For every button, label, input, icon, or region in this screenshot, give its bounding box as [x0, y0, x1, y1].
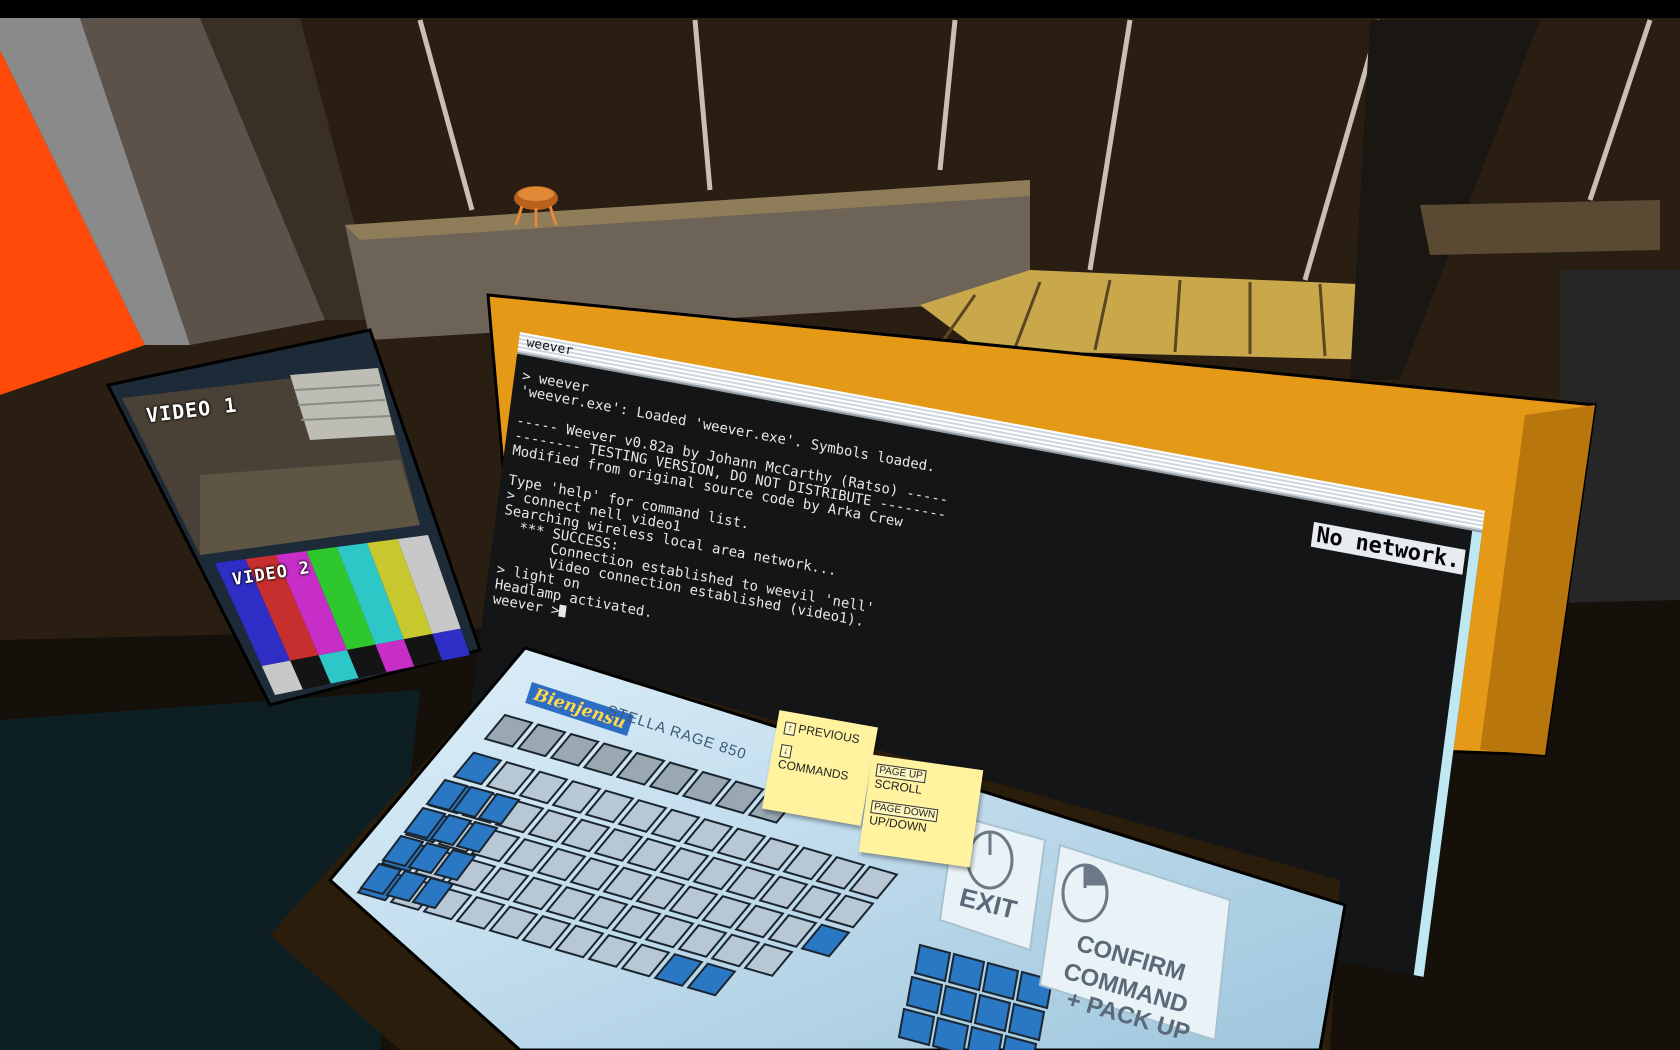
game-scene: weever > weever 'weever.exe': Loaded 'we… [0, 0, 1680, 1050]
video-panel [105, 328, 482, 707]
